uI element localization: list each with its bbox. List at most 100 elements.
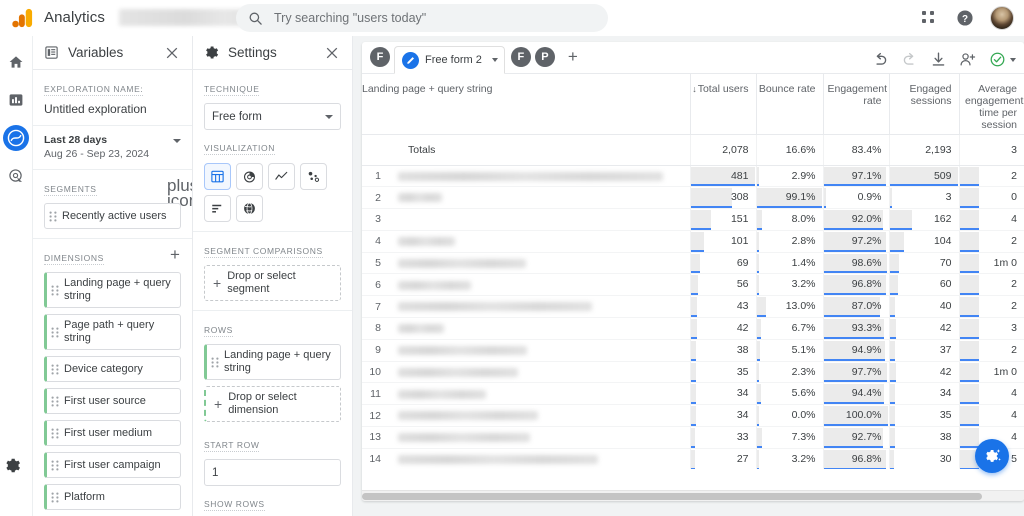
table-row[interactable]: 12 34 0.0% 100.0% 35 4 (362, 404, 1024, 428)
technique-select[interactable]: Free form (204, 103, 341, 130)
search-input[interactable]: Try searching "users today" (236, 4, 608, 32)
table-row[interactable]: 1 481 2.9% 97.1% 509 2 (362, 165, 1024, 188)
table-row[interactable]: 8 42 6.7% 93.3% 42 3 (362, 317, 1024, 340)
check-circle-icon[interactable] (989, 51, 1006, 68)
scrollbar-thumb[interactable] (362, 493, 982, 500)
row-dimension-cell[interactable]: 5 (362, 252, 690, 275)
viz-donut-button[interactable] (236, 163, 263, 190)
cell-value: 100.0% (845, 409, 882, 422)
table-row[interactable]: 11 34 5.6% 94.4% 34 4 (362, 382, 1024, 406)
table-row[interactable]: 9 38 5.1% 94.9% 37 2 (362, 339, 1024, 362)
cell-engagement-rate: 94.9% (822, 339, 889, 362)
sidebar-item-home[interactable] (3, 49, 29, 75)
close-icon[interactable] (164, 45, 180, 61)
rows-dropzone[interactable]: + Drop or select dimension (204, 386, 341, 422)
column-header-dimension[interactable]: Landing page + query string (362, 74, 690, 135)
plus-icon: + (214, 396, 223, 412)
row-dimension-cell[interactable]: 9 (362, 339, 690, 362)
table-row[interactable]: 5 69 1.4% 98.6% 70 1m 0 (362, 252, 1024, 275)
date-range-selector[interactable]: Last 28 days Aug 26 - Sep 23, 2024 (33, 126, 192, 170)
cell-value: 43 (736, 300, 749, 313)
column-header-bounce-rate[interactable]: Bounce rate (755, 74, 823, 135)
add-tab-button[interactable]: + (559, 43, 587, 71)
tab-p1[interactable]: P (534, 47, 555, 67)
dimension-chip[interactable]: First user campaign (44, 452, 181, 478)
row-dimension-cell[interactable]: 13 (362, 426, 690, 449)
dimension-chip[interactable]: Page path + query string (44, 314, 181, 350)
undo-icon[interactable] (872, 51, 889, 68)
chevron-down-icon[interactable] (491, 58, 498, 62)
chevron-down-icon[interactable] (1010, 57, 1016, 62)
row-dimension-cell[interactable]: 12 (362, 404, 690, 428)
date-range-label: Last 28 days (44, 134, 108, 146)
add-dimension-button[interactable]: + (167, 246, 183, 263)
start-row-input[interactable]: 1 (204, 459, 341, 486)
row-landing-page-name (398, 280, 471, 290)
viz-table-button[interactable] (204, 163, 231, 190)
dimension-chip[interactable]: Device category (44, 356, 181, 382)
row-dimension-cell[interactable]: 10 (362, 361, 690, 384)
add-segment-button[interactable]: plus-icon (167, 177, 192, 209)
gear-icon (206, 46, 219, 59)
cell-engagement-rate: 0.9% (822, 186, 889, 210)
dimension-chip[interactable]: Platform (44, 484, 181, 510)
column-header-engaged-sessions[interactable]: Engaged sessions (888, 74, 959, 135)
apps-grid-icon[interactable] (918, 7, 940, 29)
column-header-total-users[interactable]: ↓Total users (689, 74, 756, 135)
table-row[interactable]: 2 308 99.1% 0.9% 3 0 (362, 186, 1024, 210)
ga-exploration-app: Analytics Try searching "users today" ? … (0, 0, 1024, 516)
row-index: 9 (375, 344, 381, 357)
exploration-name-value[interactable]: Untitled exploration (44, 102, 181, 116)
table-row[interactable]: 7 43 13.0% 87.0% 40 2 (362, 295, 1024, 319)
cell-engaged-sessions: 70 (888, 252, 959, 275)
rows-dimension-chip[interactable]: Landing page + query string (204, 344, 341, 380)
viz-bar-button[interactable] (204, 195, 231, 222)
close-icon[interactable] (324, 45, 340, 61)
sidebar-item-admin[interactable] (4, 457, 21, 479)
row-dimension-cell[interactable]: 3 (362, 208, 690, 231)
table-row[interactable]: 6 56 3.2% 96.8% 60 2 (362, 273, 1024, 297)
table-row[interactable]: 4 101 2.8% 97.2% 104 2 (362, 230, 1024, 253)
table-row[interactable]: 10 35 2.3% 97.7% 42 1m 0 (362, 361, 1024, 384)
download-icon[interactable] (930, 51, 947, 68)
dimension-chip[interactable]: First user medium (44, 420, 181, 446)
segment-chip-recently-active-users[interactable]: Recently active users (44, 203, 181, 229)
column-header-engagement-rate[interactable]: Engagement rate (822, 74, 889, 135)
cell-value: 56 (736, 278, 749, 291)
tab-f1[interactable]: F (370, 47, 390, 67)
insights-fab-button[interactable] (975, 439, 1009, 473)
row-dimension-cell[interactable]: 1 (362, 165, 690, 188)
table-scroll-region[interactable]: Landing page + query string ↓Total users… (362, 74, 1024, 469)
sidebar-item-explore[interactable] (3, 125, 29, 151)
settings-panel-title: Settings (228, 45, 277, 60)
row-dimension-cell[interactable]: 8 (362, 317, 690, 340)
horizontal-scrollbar[interactable] (362, 490, 1024, 501)
viz-scatter-button[interactable] (300, 163, 327, 190)
viz-geo-button[interactable] (236, 195, 263, 222)
dimension-chip[interactable]: Landing page + query string (44, 272, 181, 308)
visualization-label: VISUALIZATION (204, 143, 275, 155)
tab-f2[interactable]: F (510, 47, 531, 67)
sidebar-item-reports[interactable] (3, 87, 29, 113)
tab-free-form-2[interactable]: Free form 2 (394, 46, 505, 74)
add-person-icon[interactable] (959, 51, 977, 68)
column-header-avg-engagement-time[interactable]: Average engagement time per session (958, 74, 1024, 135)
row-dimension-cell[interactable]: 6 (362, 273, 690, 297)
row-dimension-cell[interactable]: 7 (362, 295, 690, 319)
help-circle-icon[interactable]: ? (954, 7, 976, 29)
sidebar-item-advertising[interactable] (3, 163, 29, 189)
segment-dropzone[interactable]: + Drop or select segment (204, 265, 341, 301)
row-dimension-cell[interactable]: 11 (362, 382, 690, 406)
viz-line-button[interactable] (268, 163, 295, 190)
table-row[interactable]: 13 33 7.3% 92.7% 38 4 (362, 426, 1024, 449)
row-dimension-cell[interactable]: 2 (362, 186, 690, 210)
row-dimension-cell[interactable]: 4 (362, 230, 690, 253)
dimension-chip-label: First user campaign (64, 458, 161, 471)
row-landing-page-name (398, 324, 444, 334)
table-row[interactable]: 14 27 3.2% 96.8% 30 5 (362, 448, 1024, 469)
table-row[interactable]: 3 151 8.0% 92.0% 162 4 (362, 208, 1024, 231)
dimension-chip[interactable]: First user source (44, 388, 181, 414)
row-dimension-cell[interactable]: 14 (362, 448, 690, 469)
cell-avg-engagement-time: 4 (958, 382, 1024, 406)
account-avatar[interactable] (990, 6, 1014, 30)
